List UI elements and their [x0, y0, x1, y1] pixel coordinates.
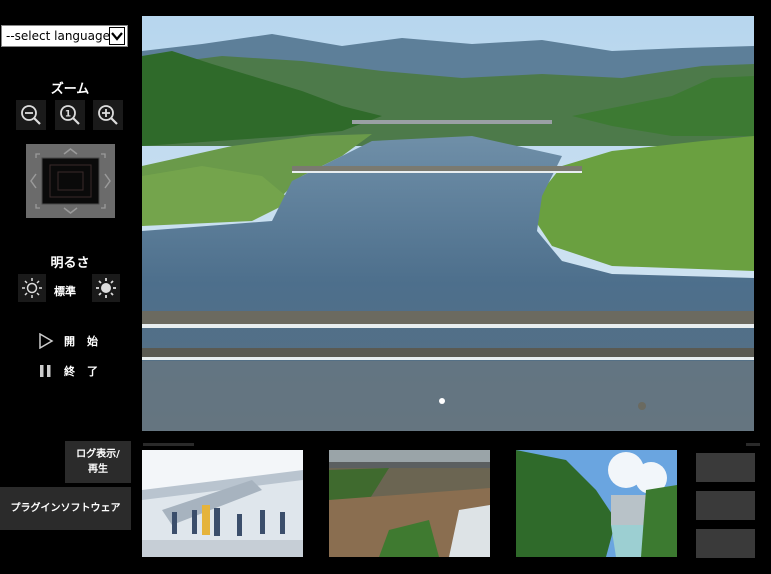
empty-slot-1[interactable] — [696, 453, 755, 482]
main-camera-view[interactable] — [142, 16, 754, 431]
play-icon — [39, 333, 54, 349]
sun-bright-icon — [96, 278, 116, 298]
language-select[interactable]: --select language-- — [1, 25, 128, 47]
empty-slot-2[interactable] — [696, 491, 755, 520]
language-select-value: --select language-- — [6, 29, 119, 43]
thumb-indicator — [143, 443, 194, 446]
thumbnail-camera-2[interactable] — [329, 450, 490, 557]
pause-icon — [40, 365, 51, 377]
log-play-button[interactable]: ログ表示/再生 — [65, 441, 131, 483]
thumbnail-camera-1[interactable] — [142, 450, 303, 557]
stop-button[interactable]: 終了 — [38, 363, 110, 379]
slot-indicator — [746, 443, 760, 446]
sun-dim-icon — [22, 278, 42, 298]
brightness-up-button[interactable] — [92, 274, 120, 302]
ptz-down-icon[interactable] — [63, 207, 78, 214]
stop-label: 終了 — [64, 365, 110, 378]
zoom-in-icon — [98, 105, 118, 125]
ptz-pad[interactable] — [26, 144, 115, 218]
start-button[interactable]: 開始 — [38, 333, 110, 349]
ptz-right-icon[interactable] — [104, 173, 111, 189]
empty-slot-3[interactable] — [696, 529, 755, 558]
brightness-title: 明るさ — [50, 256, 90, 271]
plugin-software-button[interactable]: プラグインソフトウェア — [0, 487, 131, 530]
brightness-down-button[interactable] — [18, 274, 46, 302]
zoom-reset-icon: 1 — [60, 105, 80, 125]
ptz-left-icon[interactable] — [30, 173, 37, 189]
zoom-reset-button[interactable]: 1 — [55, 100, 85, 130]
start-label: 開始 — [64, 335, 110, 348]
thumbnail-camera-3[interactable] — [516, 450, 677, 557]
zoom-title: ズーム — [50, 82, 90, 97]
zoom-out-button[interactable] — [16, 100, 46, 130]
brightness-standard-button[interactable]: 標準 — [54, 283, 76, 299]
zoom-out-icon — [21, 105, 41, 125]
svg-text:1: 1 — [65, 110, 71, 120]
dropdown-arrow-icon[interactable] — [109, 27, 125, 45]
ptz-up-icon[interactable] — [63, 148, 78, 155]
zoom-in-button[interactable] — [93, 100, 123, 130]
